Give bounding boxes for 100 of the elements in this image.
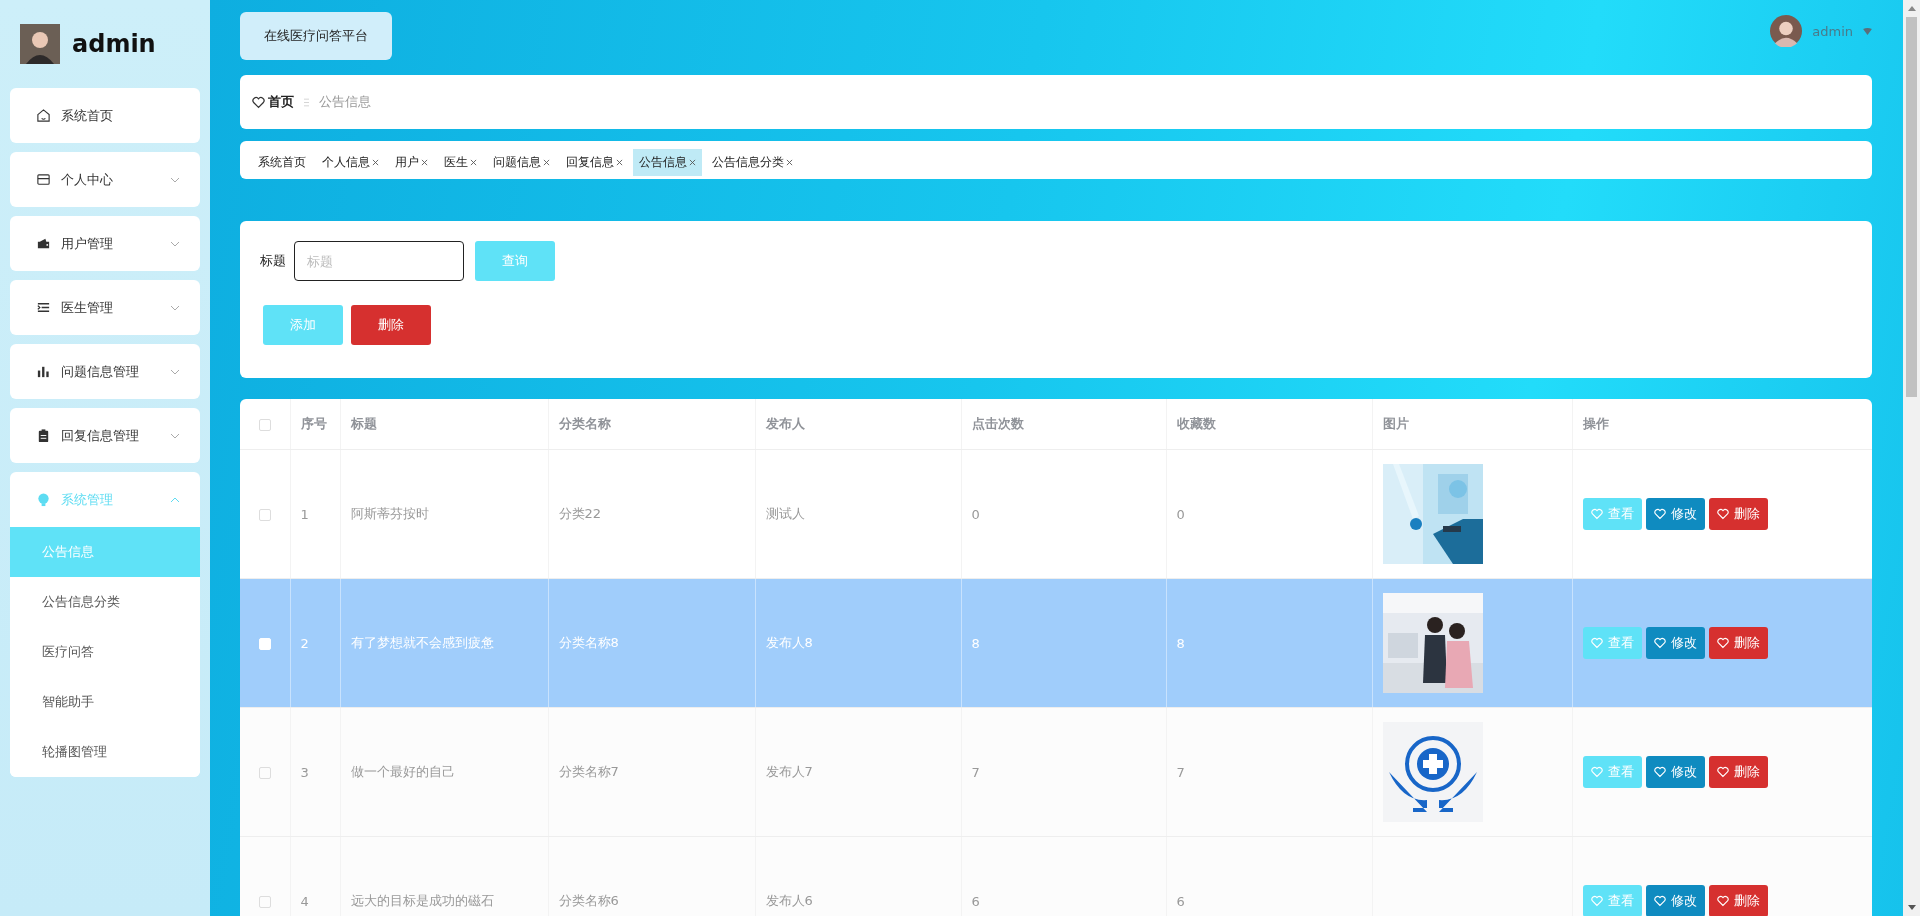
menu-item[interactable]: 问题信息管理 [10,344,200,399]
scrollbar[interactable] [1903,0,1920,916]
delete-button[interactable]: 删除 [351,305,431,345]
delete-button[interactable]: 删除 [1708,885,1768,916]
column-header: 收藏数 [1176,416,1216,431]
heart-icon [1716,766,1729,778]
column-header: 操作 [1582,416,1609,431]
close-icon[interactable] [689,158,696,166]
tab[interactable]: 个人信息 [316,148,385,176]
menu-item[interactable]: 回复信息管理 [10,408,200,463]
table-cell: 4 [300,893,309,909]
heart-icon [1716,895,1729,907]
heart-icon [1590,508,1603,520]
table-cell: 0 [971,506,980,522]
checkbox[interactable] [258,509,271,521]
table-cell: 发布人8 [765,635,813,650]
platform-title-button[interactable]: 在线医疗问答平台 [240,12,392,60]
table-cell: 分类22 [558,506,602,521]
table-cell: 8 [971,635,980,651]
checkbox[interactable] [258,419,271,431]
edit-button[interactable]: 修改 [1645,756,1705,788]
close-icon[interactable] [786,158,793,166]
avatar [20,24,60,64]
breadcrumb-current: 公告信息 [319,93,371,111]
table-cell: 6 [971,893,980,909]
heart-icon [1716,508,1729,520]
user-name: admin [1812,23,1853,39]
close-icon[interactable] [616,158,623,166]
tab[interactable]: 用户 [389,148,434,176]
close-icon[interactable] [470,158,477,166]
menu-item[interactable]: 系统首页 [10,88,200,143]
heart-icon [1653,508,1666,520]
bar-chart-icon [36,364,51,379]
lightbulb-icon [36,492,51,507]
delete-button[interactable]: 删除 [1708,498,1768,530]
heart-icon [1716,637,1729,649]
table-cell: 分类名称8 [558,635,619,650]
tab[interactable]: 系统首页 [252,148,312,176]
menu-item[interactable]: 用户管理 [10,216,200,271]
table-row[interactable]: 1 阿斯蒂芬按时 分类22 测试人 0 0 查看 修改 删除 [240,449,1872,579]
table-cell: 远大的目标是成功的磁石 [350,893,494,908]
table-cell: 分类名称6 [558,893,619,908]
column-header: 点击次数 [971,416,1024,431]
close-icon[interactable] [421,158,428,166]
table-cell: 0 [1176,506,1185,522]
heart-icon [1653,895,1666,907]
table-cell: 阿斯蒂芬按时 [350,506,429,521]
scroll-up-icon[interactable] [1907,6,1916,11]
tab[interactable]: 公告信息 [633,148,702,176]
close-icon[interactable] [372,158,379,166]
column-header: 分类名称 [558,416,611,431]
table-cell: 6 [1176,893,1185,909]
table-cell: 7 [1176,764,1185,780]
tab[interactable]: 问题信息 [487,148,556,176]
field-label: 标题 [260,252,286,270]
checkbox[interactable] [258,896,271,908]
column-header: 标题 [350,416,377,431]
breadcrumb-link[interactable]: 首页 [268,93,294,111]
table-cell: 有了梦想就不会感到疲惫 [350,635,494,650]
edit-button[interactable]: 修改 [1645,498,1705,530]
scroll-down-icon[interactable] [1907,905,1916,910]
table-cell: 8 [1176,635,1185,651]
table-cell: 3 [300,764,309,780]
heart-icon [1653,637,1666,649]
table-cell: 发布人6 [765,893,813,908]
menu-item[interactable]: 医生管理 [10,280,200,335]
checkbox[interactable] [258,767,271,779]
menu-item[interactable]: 个人中心 [10,152,200,207]
title-input-field[interactable]: 标题 [294,241,464,281]
list-icon [36,300,51,315]
tab[interactable]: 医生 [438,148,483,176]
edit-button[interactable]: 修改 [1645,627,1705,659]
table-row[interactable]: 4 远大的目标是成功的磁石 分类名称6 发布人6 6 6 查看 修改 删除 [240,836,1872,916]
heart-icon [1653,766,1666,778]
user-name: admin [72,30,156,58]
delete-button[interactable]: 删除 [1708,756,1768,788]
column-header: 图片 [1382,416,1409,431]
edit-button[interactable]: 修改 [1645,885,1705,916]
caret-icon[interactable] [1863,27,1872,35]
home-icon [36,108,51,123]
column-header: 序号 [300,416,327,431]
table-row[interactable]: 2 有了梦想就不会感到疲惫 分类名称8 发布人8 8 8 查看 修改 删除 [240,578,1872,708]
wallet-icon [36,236,51,251]
table-cell: 发布人7 [765,764,813,779]
tab[interactable]: 回复信息 [560,148,629,176]
table-cell: 2 [300,635,309,651]
separator-icon [304,97,309,107]
column-header: 发布人 [765,416,805,431]
heart-icon [1590,895,1603,907]
clipboard-icon [36,428,51,443]
heart-icon [252,95,265,109]
table-cell: 分类名称7 [558,764,619,779]
table-cell: 1 [300,506,309,522]
delete-button[interactable]: 删除 [1708,627,1768,659]
heart-icon [1590,766,1603,778]
table-cell: 测试人 [765,506,805,521]
close-icon[interactable] [543,158,550,166]
table-cell: 7 [971,764,980,780]
avatar [1770,15,1803,47]
tab[interactable]: 公告信息分类 [706,148,799,176]
